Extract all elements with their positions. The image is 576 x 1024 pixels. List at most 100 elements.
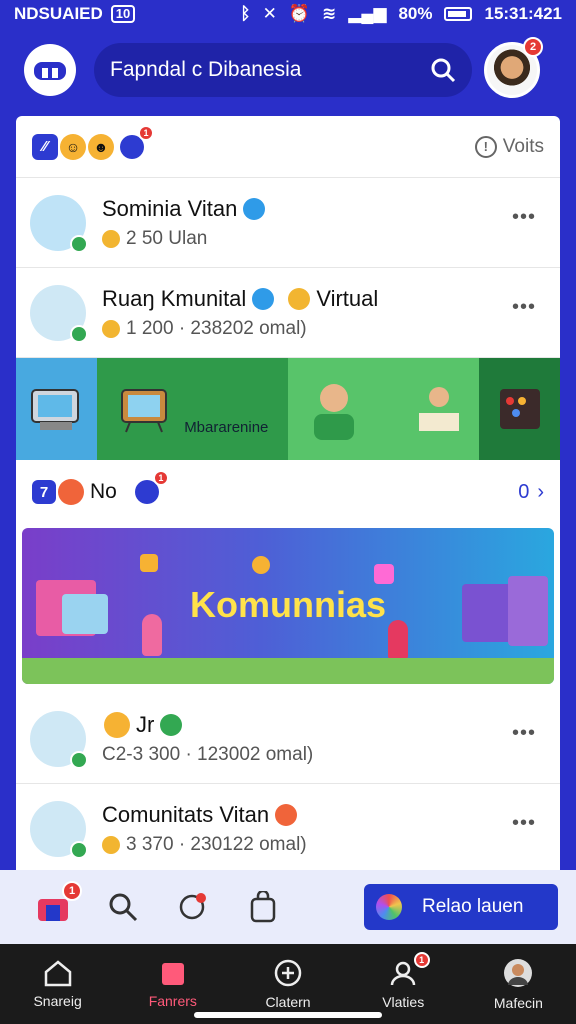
featured-banner[interactable]: Mbararenine [16,358,560,460]
coin-icon [102,229,120,248]
app-logo-icon[interactable] [24,44,76,96]
online-check-icon [70,840,88,859]
person-icon [313,384,354,440]
nav-label: Clatern [265,994,311,1010]
post-name: Ruaŋ Kmunital [102,285,247,311]
computer-icon [16,358,97,460]
child-figure-icon [388,620,408,660]
nav-label: Snareig [33,993,82,1009]
nav-label: Mafecin [493,995,543,1011]
signal-icon: ▂▄▆ [348,4,387,23]
nav-label: Vlaties [382,994,425,1010]
trophy-icon [288,287,311,310]
bluetooth-icon: ᛒ [240,4,251,23]
verified-icon [243,197,266,220]
section-notify-icon[interactable]: 1 [134,470,169,504]
list-item[interactable]: Ruaŋ Kmunital Virtual 1 200 · 238202 oma… [16,268,560,358]
online-check-icon [70,750,88,769]
list-item[interactable]: Comunitats Vitan 3 370 · 230122 omal) ••… [16,784,560,874]
action-bar: 1 Relao lauen [0,870,576,944]
user-avatar[interactable]: 2 [484,37,543,98]
filter-row: ⁄⁄ ☺ ☻ 1 ! Voits [16,116,560,178]
arcade-icon [479,358,560,460]
carrier-label: NDSUAIED [14,4,103,23]
banner-label: Mbararenine [184,418,269,436]
post-name: Jr [136,711,155,737]
bag-icon [250,891,276,923]
section-count: 0 [518,480,530,503]
community-banner[interactable]: Komunnias [22,528,554,684]
online-check-icon [70,324,88,343]
primary-action-button[interactable]: Relao lauen [364,884,558,930]
person-avatar-icon [30,284,88,343]
post-sub: 1 200 · 238202 omal) [126,317,307,339]
color-wheel-icon [376,894,402,920]
battery-percent: 80% [398,4,433,23]
chat-icon [179,893,206,920]
chevron-right-icon: › [537,480,544,503]
nav-item-home[interactable]: Snareig [0,944,115,1024]
mute-icon: ✕ [262,4,277,23]
more-options-icon[interactable]: ••• [512,722,536,745]
list-item[interactable]: Jr C2-3 300 · 123002 omal) ••• [16,694,560,784]
ground [22,658,554,684]
post-name: Sominia Vitan [102,195,238,221]
emoji-icon [104,711,130,738]
home-indicator[interactable] [194,1012,382,1018]
primary-action-label: Relao lauen [422,896,524,917]
more-options-icon[interactable]: ••• [512,296,536,319]
more-options-icon[interactable]: ••• [512,206,536,229]
search-icon [109,893,138,922]
post-sub: C2-3 300 · 123002 omal) [102,743,314,765]
nav-label: Fanrers [148,993,197,1009]
fire-badge-icon [275,803,298,826]
online-check-icon [70,234,88,253]
person-avatar-icon [30,800,88,859]
votes-button[interactable]: ! Voits [474,135,544,158]
add-icon [274,959,302,987]
bookmark-icon [161,963,184,985]
home-icon [44,960,71,987]
post-sub: 3 370 · 230122 omal) [126,833,307,855]
filter-icon[interactable]: ⁄⁄ [32,133,58,160]
wifi-icon: ≋ [322,4,337,23]
banner-title: Komunnias [189,584,386,625]
post-extra: Virtual [316,285,379,311]
clock: 15:31:421 [484,4,562,23]
person-avatar-icon [30,710,88,769]
activity-badge: 1 [413,952,430,968]
emoji-laugh-icon[interactable]: ☻ [88,133,114,160]
nav-item-profile[interactable]: Mafecin [461,944,576,1024]
reader-icon [418,387,459,431]
coin-icon [102,835,120,854]
emoji-smile-icon[interactable]: ☺ [60,133,86,160]
alarm-icon: ⏰ [288,4,310,23]
bag-action[interactable] [228,891,298,923]
notification-badge: 1 [138,124,154,141]
search-text: Fapndal c Dibanesia [110,58,302,81]
search-action[interactable] [88,891,158,923]
tablet-avatar-icon [30,194,88,253]
chat-action[interactable] [158,891,228,923]
search-icon[interactable] [430,57,456,83]
lock-icon [252,556,270,574]
feed-card: ⁄⁄ ☺ ☻ 1 ! Voits Sominia Vitan 2 50 Ulan… [16,116,560,876]
section-icon: 7 [32,480,56,504]
tv-scene: Mbararenine [96,358,288,460]
notification-icon[interactable]: 1 [120,124,154,159]
home-action[interactable]: 1 [18,881,88,923]
section-label: No [90,480,117,503]
post-sub: 2 50 Ulan [126,227,208,249]
section-badge: 1 [152,470,169,486]
flame-icon [58,479,84,505]
section-header[interactable]: 7 No 1 0 › [16,460,560,524]
app-bar: Fapndal c Dibanesia 2 [0,28,576,112]
more-options-icon[interactable]: ••• [512,812,536,835]
info-icon: ! [474,135,497,158]
list-item[interactable]: Sominia Vitan 2 50 Ulan ••• [16,178,560,268]
avatar-icon [504,959,533,987]
floating-cube-icon [140,554,158,572]
floating-cube-icon [374,564,394,584]
search-bar[interactable]: Fapndal c Dibanesia [94,43,472,97]
section-count-link[interactable]: 0 › [518,481,544,504]
